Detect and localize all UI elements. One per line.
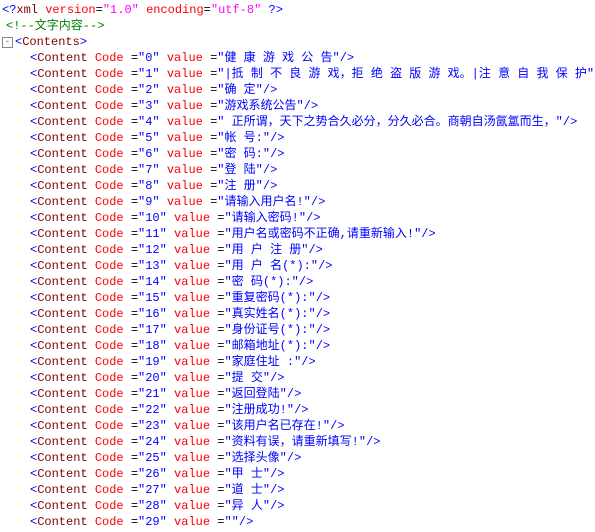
content-row: <Content Code ="11" value ="用户名或密码不正确,请重… [2,226,593,242]
content-code: "19" [138,355,167,369]
content-code: "18" [138,339,167,353]
content-code: "9" [138,195,160,209]
content-row: <Content Code ="21" value ="返回登陆"/> [2,386,593,402]
content-value: "该用户名已存在!" [224,419,330,433]
content-code: "1" [138,67,160,81]
content-value: "密 码(*):" [224,275,298,289]
content-value: "真实姓名(*):" [224,307,315,321]
content-row: <Content Code ="4" value =" 正所谓，天下之势合久必分… [2,114,593,130]
content-value: "登 陆" [217,163,263,177]
content-code: "3" [138,99,160,113]
content-code: "21" [138,387,167,401]
content-value: "身份证号(*):" [224,323,315,337]
content-code: "16" [138,307,167,321]
content-row: <Content Code ="16" value ="真实姓名(*):"/> [2,306,593,322]
content-row: <Content Code ="20" value ="提 交"/> [2,370,593,386]
content-value: "注 册" [217,179,263,193]
content-code: "26" [138,467,167,481]
content-row: <Content Code ="1" value ="|抵 制 不 良 游 戏，… [2,66,593,82]
content-row: <Content Code ="28" value ="异 人"/> [2,498,593,514]
content-value: "健 康 游 戏 公 告" [217,51,339,65]
xml-declaration: <?xml version="1.0" encoding="utf-8" ?> [2,2,593,18]
content-row: <Content Code ="6" value ="密 码:"/> [2,146,593,162]
content-value: "密 码:" [217,147,270,161]
content-row: <Content Code ="14" value ="密 码(*):"/> [2,274,593,290]
content-row: <Content Code ="9" value ="请输入用户名!"/> [2,194,593,210]
content-code: "29" [138,515,167,529]
content-row: <Content Code ="2" value ="确 定"/> [2,82,593,98]
content-row: <Content Code ="12" value ="用 户 注 册"/> [2,242,593,258]
xml-source-view: <?xml version="1.0" encoding="utf-8" ?><… [2,2,593,530]
content-row: <Content Code ="17" value ="身份证号(*):"/> [2,322,593,338]
content-row: <Content Code ="25" value ="选择头像"/> [2,450,593,466]
content-row: <Content Code ="3" value ="游戏系统公告"/> [2,98,593,114]
content-value: "确 定" [217,83,263,97]
content-code: "12" [138,243,167,257]
content-code: "13" [138,259,167,273]
content-value: "甲 士" [224,467,270,481]
content-code: "15" [138,291,167,305]
content-code: "4" [138,115,160,129]
content-value: "选择头像" [224,451,286,465]
content-code: "11" [138,227,167,241]
content-code: "23" [138,419,167,433]
content-value: "返回登陆" [224,387,286,401]
xml-comment: <!--文字内容--> [2,18,593,34]
content-value: "重复密码(*):" [224,291,315,305]
content-code: "25" [138,451,167,465]
content-code: "27" [138,483,167,497]
content-value: "用户名或密码不正确,请重新输入!" [224,227,421,241]
content-value: "请输入密码!" [224,211,306,225]
content-value: "资料有误，请重新填写!" [224,435,366,449]
content-code: "0" [138,51,160,65]
content-code: "17" [138,323,167,337]
content-value: "注册成功!" [224,403,294,417]
content-row: <Content Code ="7" value ="登 陆"/> [2,162,593,178]
content-code: "7" [138,163,160,177]
content-row: <Content Code ="10" value ="请输入密码!"/> [2,210,593,226]
content-value: "帐 号:" [217,131,270,145]
content-row: <Content Code ="29" value =""/> [2,514,593,530]
content-code: "24" [138,435,167,449]
content-row: <Content Code ="18" value ="邮箱地址(*):"/> [2,338,593,354]
content-value: "请输入用户名!" [217,195,311,209]
content-code: "10" [138,211,167,225]
content-code: "22" [138,403,167,417]
content-value: "邮箱地址(*):" [224,339,315,353]
content-code: "28" [138,499,167,513]
content-row: <Content Code ="24" value ="资料有误，请重新填写!"… [2,434,593,450]
content-code: "20" [138,371,167,385]
content-value: "用 户 注 册" [224,243,308,257]
fold-toggle-icon[interactable]: - [2,37,13,48]
content-value: "异 人" [224,499,270,513]
content-value: "游戏系统公告" [217,99,303,113]
content-value: "|抵 制 不 良 游 戏，拒 绝 盗 版 游 戏。|注 意 自 我 保 护" [217,67,594,81]
content-value: " 正所谓，天下之势合久必分，分久必合。商朝自汤氤氲而生，" [217,115,563,129]
content-row: <Content Code ="15" value ="重复密码(*):"/> [2,290,593,306]
content-code: "8" [138,179,160,193]
content-value: "用 户 名(*):" [224,259,318,273]
content-value: "道 士" [224,483,270,497]
content-row: <Content Code ="26" value ="甲 士"/> [2,466,593,482]
content-row: <Content Code ="0" value ="健 康 游 戏 公 告"/… [2,50,593,66]
content-value: "提 交" [224,371,270,385]
content-row: <Content Code ="5" value ="帐 号:"/> [2,130,593,146]
content-code: "14" [138,275,167,289]
root-open: -<Contents> [2,34,593,50]
content-row: <Content Code ="22" value ="注册成功!"/> [2,402,593,418]
content-code: "5" [138,131,160,145]
content-row: <Content Code ="23" value ="该用户名已存在!"/> [2,418,593,434]
content-row: <Content Code ="8" value ="注 册"/> [2,178,593,194]
content-code: "6" [138,147,160,161]
content-row: <Content Code ="13" value ="用 户 名(*):"/> [2,258,593,274]
content-code: "2" [138,83,160,97]
content-row: <Content Code ="19" value ="家庭住址 :"/> [2,354,593,370]
content-row: <Content Code ="27" value ="道 士"/> [2,482,593,498]
content-value: "" [224,515,238,529]
content-value: "家庭住址 :" [224,355,301,369]
